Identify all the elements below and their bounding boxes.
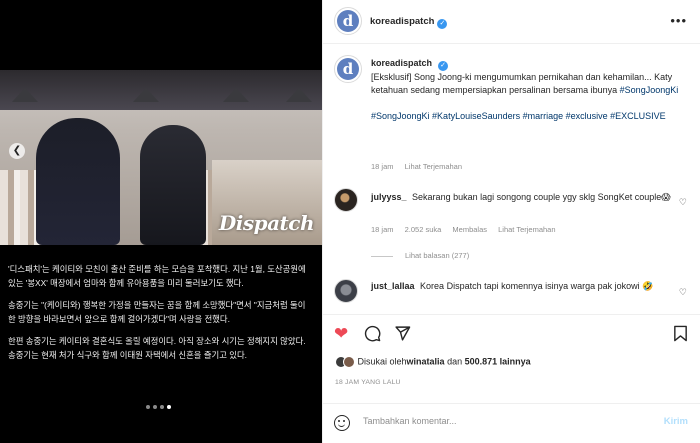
username-text[interactable]: koreadispatch <box>371 58 432 68</box>
heart-icon[interactable]: ❤ <box>334 325 348 342</box>
carousel-dots <box>146 405 171 409</box>
avatar-letter: d <box>342 12 354 30</box>
avatar-letter: d <box>342 60 354 78</box>
photo-lamp <box>133 88 159 102</box>
verified-icon: ✓ <box>437 19 448 29</box>
comment-item: julyyss_ Sekarang bukan lagi songong cou… <box>371 191 681 204</box>
see-translation-link[interactable]: Lihat Terjemahan <box>498 225 555 234</box>
post-comment-button[interactable]: Kirim <box>664 416 688 427</box>
carousel-dot <box>153 405 157 409</box>
caption-paragraph: 한편 송중기는 케이티와 결혼식도 올릴 예정이다. 아직 장소와 시기는 정해… <box>8 336 306 360</box>
instagram-post-modal: Dispatch ❮ '디스패치'는 케이티와 모친이 출산 준비를 하는 모습… <box>0 0 700 443</box>
caption-username[interactable]: koreadispatch ✓ <box>371 57 681 71</box>
image-caption: '디스패치'는 케이티와 모친이 출산 준비를 하는 모습을 포착했다. 지난 … <box>8 263 314 371</box>
avatar[interactable]: d <box>334 55 362 83</box>
comment-text: Korea Dispatch tapi komennya isinya warg… <box>420 281 654 291</box>
hashtag-link[interactable]: #SongJoongKi <box>620 85 679 95</box>
see-translation-link[interactable]: Lihat Terjemahan <box>405 162 462 171</box>
comment-icon[interactable] <box>364 325 381 345</box>
photo-lamp <box>12 88 38 102</box>
more-icon[interactable]: ••• <box>670 13 687 28</box>
photo-person <box>36 118 120 245</box>
username-text[interactable]: koreadispatch <box>370 16 434 27</box>
replies-line <box>371 255 393 257</box>
avatar[interactable] <box>334 188 358 212</box>
avatar[interactable]: d <box>334 7 362 35</box>
comment-meta: 18 jam 2.052 suka Membalas Lihat Terjema… <box>371 225 565 234</box>
comment-input[interactable] <box>363 416 643 426</box>
avatar[interactable] <box>334 279 358 303</box>
action-bar: ❤ <box>323 314 700 354</box>
photo-ceiling <box>0 70 322 110</box>
header-username[interactable]: koreadispatch ✓ <box>370 16 448 29</box>
likes-prefix: Disukai oleh <box>357 356 407 367</box>
comment-username[interactable]: julyyss_ <box>371 192 407 202</box>
emoji-icon[interactable] <box>334 415 350 431</box>
post-header: d koreadispatch ✓ ••• <box>323 0 700 44</box>
verified-icon: ✓ <box>438 61 449 71</box>
liker-username[interactable]: winatalia <box>407 356 445 366</box>
post-media: Dispatch ❮ '디스패치'는 케이티와 모친이 출산 준비를 하는 모습… <box>0 0 322 443</box>
comment-item: just_lallaa Korea Dispatch tapi komennya… <box>371 280 681 293</box>
heart-icon[interactable]: ♡ <box>679 197 687 208</box>
view-replies[interactable]: Lihat balasan (277) <box>371 251 469 260</box>
comment-likes[interactable]: 2.052 suka <box>405 225 442 234</box>
post-details: d koreadispatch ✓ ••• d koreadispatch ✓ [E… <box>322 0 700 443</box>
photo-lamp <box>286 88 312 102</box>
post-caption: koreadispatch ✓ [Eksklusif] Song Joong-ki… <box>371 57 681 123</box>
liker-avatar <box>343 356 355 368</box>
comment-time: 18 jam <box>371 225 394 234</box>
comment-text: Sekarang bukan lagi songong couple ygy s… <box>412 192 671 202</box>
carousel-dot <box>160 405 164 409</box>
caption-paragraph: 송중기는 "(케이티와) 행복한 가정을 만들자는 꿈을 함께 소망했다"면서 … <box>8 300 306 324</box>
hashtag-list[interactable]: #SongJoongKi #KatyLouiseSaunders #marria… <box>371 110 681 123</box>
likes-middle: dan <box>444 356 465 367</box>
dispatch-watermark: Dispatch <box>218 211 315 235</box>
share-icon[interactable] <box>394 325 411 345</box>
photo-person <box>140 125 206 245</box>
chevron-left-icon[interactable]: ❮ <box>9 143 25 159</box>
caption-meta: 18 jam Lihat Terjemahan <box>371 162 471 171</box>
view-replies-text[interactable]: Lihat balasan (277) <box>405 251 469 260</box>
photo-lamp <box>223 88 249 102</box>
bookmark-icon[interactable] <box>673 325 688 345</box>
likes-count[interactable]: 500.871 lainnya <box>465 356 531 366</box>
likes-summary[interactable]: Disukai olehwinatalia dan 500.871 lainny… <box>335 356 531 368</box>
carousel-dot-active <box>167 405 171 409</box>
caption-time: 18 jam <box>371 162 394 171</box>
comment-username[interactable]: just_lallaa <box>371 281 415 291</box>
post-photo[interactable]: Dispatch <box>0 70 322 245</box>
heart-icon[interactable]: ♡ <box>679 287 687 298</box>
caption-body: [Eksklusif] Song Joong-ki mengumumkan pe… <box>371 71 681 97</box>
post-time-ago: 18 JAM YANG LALU <box>335 379 401 386</box>
carousel-dot <box>146 405 150 409</box>
add-comment-bar: Kirim <box>323 403 700 443</box>
reply-button[interactable]: Membalas <box>452 225 487 234</box>
caption-paragraph: '디스패치'는 케이티와 모친이 출산 준비를 하는 모습을 포착했다. 지난 … <box>8 264 306 288</box>
